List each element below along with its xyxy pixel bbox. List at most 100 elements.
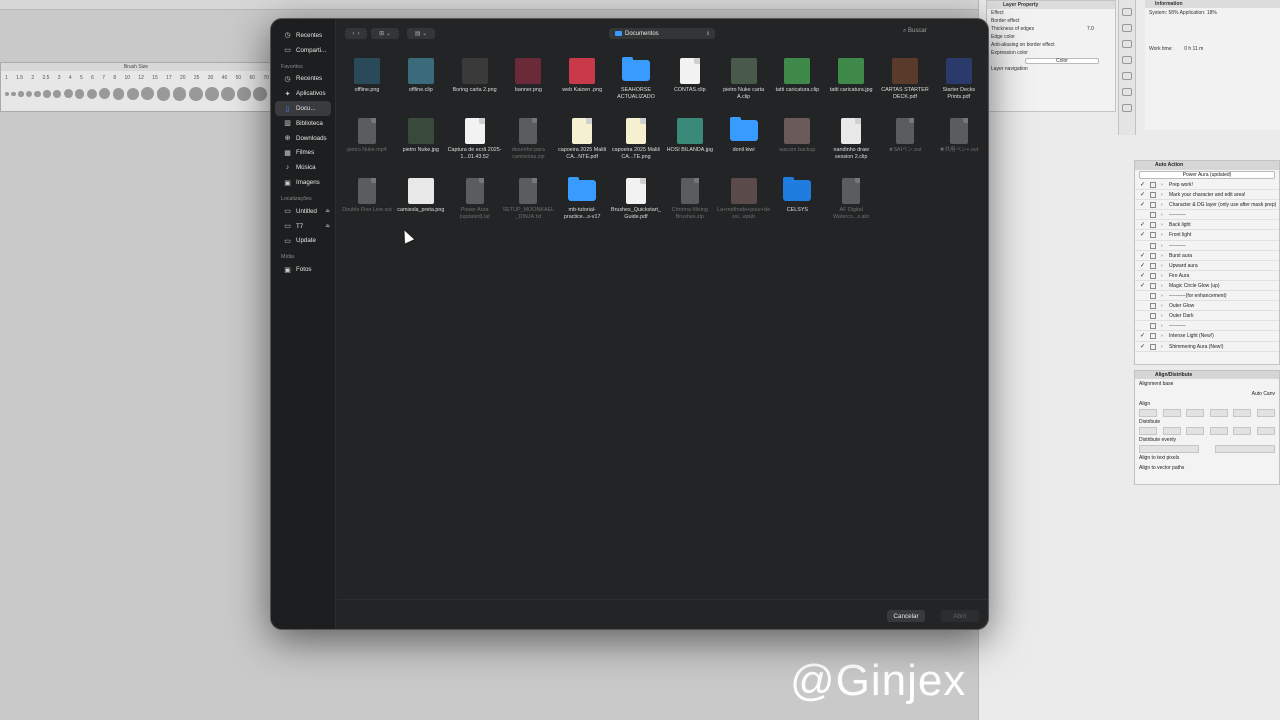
auto-action-item[interactable]: ✓ › Fire Aura [1135, 271, 1279, 281]
file-item[interactable]: capoeira 2025 Mališ CA...NTE.pdf [555, 117, 609, 161]
auto-action-item[interactable]: › Outer Dark [1135, 311, 1279, 322]
brush-size-dot[interactable] [11, 91, 16, 97]
file-item[interactable]: Brushes_Quickstart_Guide.pdf [609, 177, 663, 221]
dialog-toggle-icon[interactable] [1150, 303, 1156, 310]
auto-action-item[interactable]: ✓ › Magic Circle Glow (up) [1135, 281, 1279, 292]
file-item[interactable]: ★SAIペン.sut [878, 117, 932, 154]
dialog-toggle-icon[interactable] [1150, 293, 1156, 300]
sidebar-item[interactable]: ▥ Biblioteca [271, 116, 335, 131]
file-item[interactable]: desenho para camisolas.zip [501, 117, 555, 161]
chevron-right-icon[interactable]: › [1161, 251, 1163, 260]
align-button[interactable] [1162, 409, 1181, 417]
search-field[interactable]: ⌕ Buscar [903, 28, 927, 35]
tool-icon[interactable] [1122, 8, 1132, 16]
file-item[interactable]: CONTAS.clip [663, 57, 717, 94]
tool-icon[interactable] [1122, 40, 1132, 48]
group-button[interactable]: ▤ ⌄ [407, 28, 435, 39]
folder-item[interactable]: donil kiwi [717, 117, 771, 154]
sidebar-item[interactable]: ▣ Fotos [271, 262, 335, 277]
file-item[interactable]: Boring carta 2.png [448, 57, 502, 94]
checkmark-icon[interactable]: ✓ [1140, 342, 1145, 351]
eject-icon[interactable]: ⏏ [325, 223, 330, 229]
chevron-right-icon[interactable]: › [1161, 321, 1163, 330]
dialog-toggle-icon[interactable] [1150, 333, 1156, 340]
brush-size-dot[interactable] [172, 87, 187, 101]
brush-size-dot[interactable] [220, 87, 235, 101]
distribute-button[interactable] [1209, 427, 1228, 435]
chevron-right-icon[interactable]: › [1161, 331, 1163, 340]
anti-alias-checkbox[interactable]: Anti-aliasing on border effect [987, 41, 1115, 49]
dialog-toggle-icon[interactable] [1150, 282, 1156, 289]
brush-size-dot[interactable] [53, 89, 62, 98]
distribute-evenly-button[interactable] [1215, 445, 1275, 453]
file-item[interactable]: pietro Nuke.jpg [394, 117, 448, 154]
eject-icon[interactable]: ⏏ [325, 208, 330, 214]
auto-action-item[interactable]: ✓ › Burst aura [1135, 251, 1279, 261]
file-item[interactable]: Chroma Mixing Brushes.zip [663, 177, 717, 221]
dialog-toggle-icon[interactable] [1150, 252, 1156, 259]
chevron-right-icon[interactable]: › [1161, 261, 1163, 270]
distribute-button[interactable] [1139, 427, 1157, 435]
auto-action-set-select[interactable]: Power Aura (updated) [1139, 171, 1275, 179]
brush-size-dot[interactable] [99, 88, 111, 100]
tool-icon[interactable] [1122, 72, 1132, 80]
checkmark-icon[interactable]: ✓ [1140, 220, 1145, 229]
file-item[interactable]: tatti caricatura.clip [770, 57, 824, 94]
sidebar-item[interactable]: ♪ Música [271, 160, 335, 175]
distribute-button[interactable] [1162, 427, 1181, 435]
sidebar-item[interactable]: ▣ Imagens [271, 175, 335, 190]
align-vector-paths-checkbox[interactable]: Align to vector paths [1135, 463, 1279, 473]
file-item[interactable]: nandinho draw session 2.clip [824, 117, 878, 161]
open-button[interactable]: Abrir [941, 610, 979, 622]
chevron-right-icon[interactable]: › [1161, 210, 1163, 219]
thickness-value[interactable]: 7.0 [1087, 25, 1094, 33]
file-item[interactable]: pietro Nuke carta A.clip [717, 57, 771, 101]
forward-icon[interactable]: › [358, 31, 360, 37]
brush-size-dot[interactable] [236, 87, 251, 101]
align-button[interactable] [1233, 409, 1252, 417]
back-icon[interactable]: ‹ [352, 31, 354, 37]
brush-size-dot[interactable] [43, 90, 51, 98]
file-item[interactable]: Power Aura (updated).lat [448, 177, 502, 221]
distribute-button[interactable] [1233, 427, 1252, 435]
chevron-right-icon[interactable]: › [1161, 190, 1163, 199]
file-item[interactable]: web Kaizen .png [555, 57, 609, 94]
brush-size-dot[interactable] [188, 87, 203, 101]
distribute-button[interactable] [1256, 427, 1275, 435]
auto-action-item[interactable]: ✓ › Intense Light (New!) [1135, 331, 1279, 342]
checkmark-icon[interactable]: ✓ [1140, 251, 1145, 260]
dialog-toggle-icon[interactable] [1150, 262, 1156, 269]
checkmark-icon[interactable]: ✓ [1140, 230, 1145, 239]
sidebar-item[interactable]: ▦ Filmes [271, 146, 335, 161]
expression-color-select[interactable]: Color [1025, 58, 1099, 64]
chevron-right-icon[interactable]: › [1161, 342, 1163, 351]
brush-size-dot[interactable] [63, 89, 73, 99]
auto-action-item[interactable]: ✓ › Back light [1135, 220, 1279, 231]
dialog-toggle-icon[interactable] [1150, 242, 1156, 249]
auto-action-item[interactable]: ✓ › Front light [1135, 230, 1279, 241]
chevron-right-icon[interactable]: › [1161, 301, 1163, 310]
brush-size-dot[interactable] [5, 91, 9, 96]
chevron-right-icon[interactable]: › [1161, 281, 1163, 290]
sidebar-item[interactable]: ▭ Comparti... [271, 43, 335, 58]
chevron-right-icon[interactable]: › [1161, 230, 1163, 239]
chevron-right-icon[interactable]: › [1161, 291, 1163, 300]
auto-action-item[interactable]: ✓ › Character & DG layer (only use after m… [1135, 200, 1279, 211]
brush-size-dot[interactable] [204, 87, 219, 101]
file-item[interactable]: Captura de ecrã 2025-1...01.43.52 [448, 117, 502, 161]
dialog-toggle-icon[interactable] [1150, 212, 1156, 219]
file-item[interactable]: tatti caricatura.jpg [824, 57, 878, 94]
checkmark-icon[interactable]: ✓ [1140, 180, 1145, 189]
sidebar-item[interactable]: ▯ Docu... [275, 101, 331, 116]
auto-action-item[interactable]: ✓ › Upward aura [1135, 261, 1279, 271]
auto-action-item[interactable]: › ---------- [1135, 321, 1279, 332]
auto-action-item[interactable]: › ---------- [1135, 210, 1279, 221]
brush-size-dot[interactable] [34, 90, 42, 98]
chevron-right-icon[interactable]: › [1161, 180, 1163, 189]
sidebar-item[interactable]: ✦ Aplicativos [271, 86, 335, 101]
brush-size-dot[interactable] [141, 87, 155, 101]
folder-item[interactable]: SEAHORSE ACTUALIZADO [609, 57, 663, 101]
align-text-pixels-checkbox[interactable]: Align to text pixels [1135, 453, 1279, 463]
sidebar-item[interactable]: ◷ Recentes [271, 72, 335, 87]
checkmark-icon[interactable]: ✓ [1140, 190, 1145, 199]
